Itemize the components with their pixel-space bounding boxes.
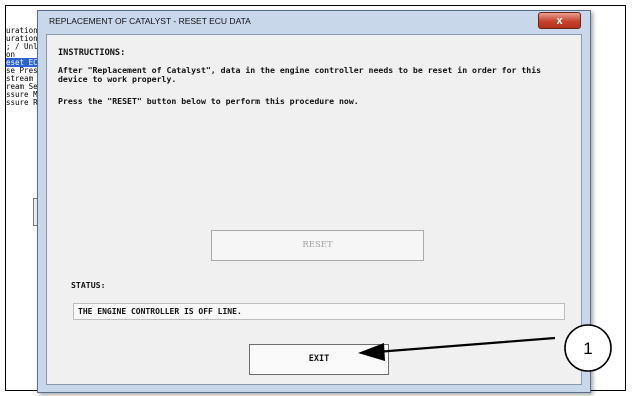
status-label: STATUS: <box>71 280 106 290</box>
dialog-titlebar[interactable]: REPLACEMENT OF CATALYST - RESET ECU DATA… <box>38 11 590 33</box>
instructions-paragraph: After "Replacement of Catalyst", data in… <box>58 65 542 84</box>
reset-button[interactable]: RESET <box>211 230 424 261</box>
close-icon: x <box>556 15 563 27</box>
dialog-content: INSTRUCTIONS: After "Replacement of Cata… <box>46 34 582 385</box>
instructions-prompt: Press the "RESET" button below to perfor… <box>58 96 359 106</box>
instructions-heading: INSTRUCTIONS: <box>58 48 126 58</box>
reset-ecu-dialog: REPLACEMENT OF CATALYST - RESET ECU DATA… <box>37 10 591 393</box>
dialog-title: REPLACEMENT OF CATALYST - RESET ECU DATA <box>49 16 251 26</box>
status-field: THE ENGINE CONTROLLER IS OFF LINE. <box>73 303 565 320</box>
exit-button[interactable]: EXIT <box>249 344 389 375</box>
close-button[interactable]: x <box>538 12 581 29</box>
